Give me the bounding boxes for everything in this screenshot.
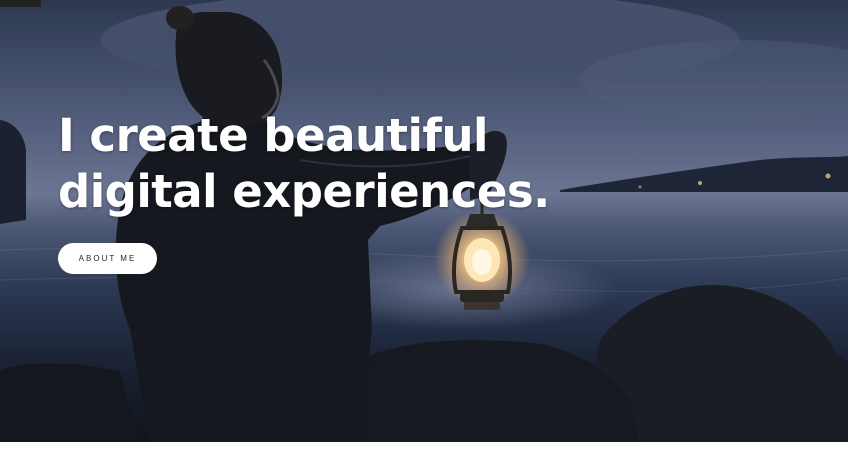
hero-headline-line-2: digital experiences.: [58, 165, 550, 218]
hero-headline-line-1: I create beautiful: [58, 109, 488, 162]
about-me-button[interactable]: ABOUT ME: [58, 243, 157, 274]
hero-section: I create beautiful digital experiences. …: [0, 0, 848, 442]
hero-headline: I create beautiful digital experiences.: [58, 108, 550, 220]
hero-background-photo: [0, 0, 848, 442]
top-left-tab: [0, 0, 41, 7]
page-bottom-strip: [0, 442, 848, 450]
